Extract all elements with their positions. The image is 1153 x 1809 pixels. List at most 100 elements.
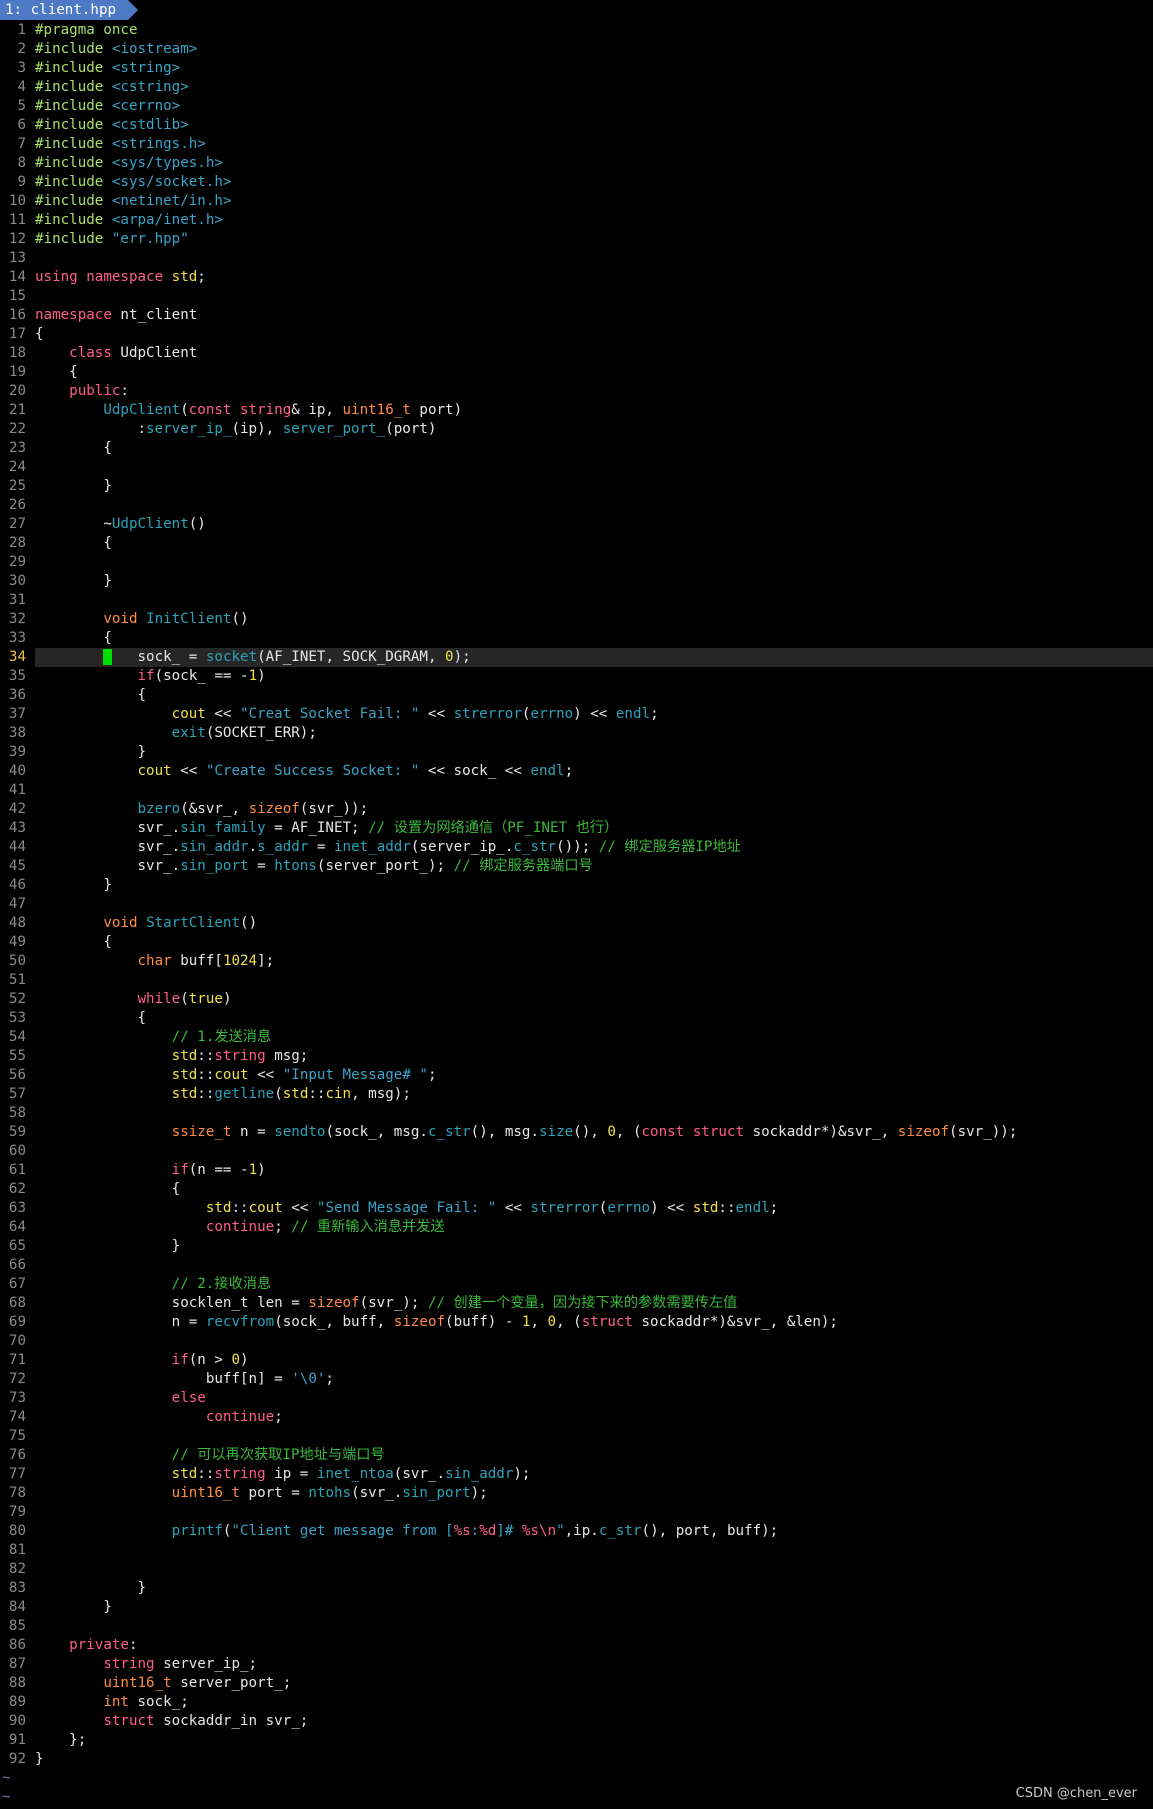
code-line[interactable]: 72 buff[n] = '\0'; (0, 1370, 1153, 1389)
code-editor[interactable]: 1 #pragma once 2 #include <iostream> 3 #inclu… (0, 21, 1153, 1807)
code-line[interactable]: 40 cout << "Create Success Socket: " << … (0, 762, 1153, 781)
code-token: sock_; (137, 1694, 189, 1710)
code-line[interactable]: 37 cout << "Creat Socket Fail: " << stre… (0, 705, 1153, 724)
code-line[interactable]: 53 { (0, 1009, 1153, 1028)
code-token: () (188, 516, 206, 532)
code-line[interactable]: 62 { (0, 1180, 1153, 1199)
code-line[interactable]: 3 #include <string> (0, 59, 1153, 78)
code-line[interactable]: 35 if(sock_ == -1) (0, 667, 1153, 686)
code-line[interactable]: 61 if(n == -1) (0, 1161, 1153, 1180)
code-line[interactable]: 81 (0, 1541, 1153, 1560)
code-line[interactable]: 21 UdpClient(const string& ip, uint16_t … (0, 401, 1153, 420)
code-line[interactable]: 44 svr_.sin_addr.s_addr = inet_addr(serv… (0, 838, 1153, 857)
code-line[interactable]: 55 std::string msg; (0, 1047, 1153, 1066)
code-line[interactable]: 84 } (0, 1598, 1153, 1617)
code-line[interactable]: 49 { (0, 933, 1153, 952)
code-line[interactable]: 48 void StartClient() (0, 914, 1153, 933)
code-line[interactable]: 8 #include <sys/types.h> (0, 154, 1153, 173)
code-line[interactable]: 34 sock_ = socket(AF_INET, SOCK_DGRAM, 0… (0, 648, 1153, 667)
code-line[interactable]: 74 continue; (0, 1408, 1153, 1427)
code-line[interactable]: 32 void InitClient() (0, 610, 1153, 629)
code-line[interactable]: 58 (0, 1104, 1153, 1123)
code-line[interactable]: 22 :server_ip_(ip), server_port_(port) (0, 420, 1153, 439)
code-line[interactable]: 16 namespace nt_client (0, 306, 1153, 325)
code-line[interactable]: 26 (0, 496, 1153, 515)
code-line[interactable]: 60 (0, 1142, 1153, 1161)
code-line[interactable]: 46 } (0, 876, 1153, 895)
code-line[interactable]: 2 #include <iostream> (0, 40, 1153, 59)
code-line[interactable]: 65 } (0, 1237, 1153, 1256)
code-line[interactable]: 57 std::getline(std::cin, msg); (0, 1085, 1153, 1104)
code-line[interactable]: 27 ~UdpClient() (0, 515, 1153, 534)
code-line[interactable]: 56 std::cout << "Input Message# "; (0, 1066, 1153, 1085)
code-line[interactable]: 20 public: (0, 382, 1153, 401)
code-line[interactable]: 9 #include <sys/socket.h> (0, 173, 1153, 192)
code-line[interactable]: 1 #pragma once (0, 21, 1153, 40)
code-line[interactable]: 5 #include <cerrno> (0, 97, 1153, 116)
code-line[interactable]: 78 uint16_t port = ntohs(svr_.sin_port); (0, 1484, 1153, 1503)
code-line[interactable]: 69 n = recvfrom(sock_, buff, sizeof(buff… (0, 1313, 1153, 1332)
code-line[interactable]: 38 exit(SOCKET_ERR); (0, 724, 1153, 743)
code-line[interactable]: 39 } (0, 743, 1153, 762)
code-line[interactable]: 77 std::string ip = inet_ntoa(svr_.sin_a… (0, 1465, 1153, 1484)
code-line[interactable]: 12 #include "err.hpp" (0, 230, 1153, 249)
code-line[interactable]: 45 svr_.sin_port = htons(server_port_); … (0, 857, 1153, 876)
code-line[interactable]: 36 { (0, 686, 1153, 705)
code-line[interactable]: 25 } (0, 477, 1153, 496)
code-token: ]# (496, 1523, 522, 1539)
code-line[interactable]: 92} (0, 1750, 1153, 1769)
code-line[interactable]: 75 (0, 1427, 1153, 1446)
code-line[interactable]: 14 using namespace std; (0, 268, 1153, 287)
code-line[interactable]: 90 struct sockaddr_in svr_; (0, 1712, 1153, 1731)
code-line[interactable]: 30 } (0, 572, 1153, 591)
code-line[interactable]: 19 { (0, 363, 1153, 382)
code-token: UdpClient (103, 402, 181, 418)
code-line[interactable]: 88 uint16_t server_port_; (0, 1674, 1153, 1693)
code-line[interactable]: 71 if(n > 0) (0, 1351, 1153, 1370)
code-line[interactable]: 68 socklen_t len = sizeof(svr_); // 创建一个… (0, 1294, 1153, 1313)
code-line[interactable]: 85 (0, 1617, 1153, 1636)
code-line[interactable]: 80 printf("Client get message from [%s:%… (0, 1522, 1153, 1541)
code-line[interactable]: 13 (0, 249, 1153, 268)
code-line[interactable]: 33 { (0, 629, 1153, 648)
code-line[interactable]: 51 (0, 971, 1153, 990)
code-line[interactable]: 28 { (0, 534, 1153, 553)
code-line[interactable]: 73 else (0, 1389, 1153, 1408)
tab-client-hpp[interactable]: 1: client.hpp (0, 0, 129, 20)
code-line[interactable]: 41 (0, 781, 1153, 800)
code-line[interactable]: 43 svr_.sin_family = AF_INET; // 设置为网络通信… (0, 819, 1153, 838)
code-token: , (530, 1314, 548, 1330)
code-line[interactable]: 11 #include <arpa/inet.h> (0, 211, 1153, 230)
code-line[interactable]: 87 string server_ip_; (0, 1655, 1153, 1674)
code-line[interactable]: 23 { (0, 439, 1153, 458)
code-line[interactable]: 4 #include <cstring> (0, 78, 1153, 97)
code-line[interactable]: 67 // 2.接收消息 (0, 1275, 1153, 1294)
code-line[interactable]: 7 #include <strings.h> (0, 135, 1153, 154)
code-line[interactable]: 24 (0, 458, 1153, 477)
code-line[interactable]: 52 while(true) (0, 990, 1153, 1009)
code-line[interactable]: 63 std::cout << "Send Message Fail: " <<… (0, 1199, 1153, 1218)
code-line[interactable]: 59 ssize_t n = sendto(sock_, msg.c_str()… (0, 1123, 1153, 1142)
code-line[interactable]: 76 // 可以再次获取IP地址与端口号 (0, 1446, 1153, 1465)
code-line[interactable]: 29 (0, 553, 1153, 572)
code-line[interactable]: 83 } (0, 1579, 1153, 1598)
code-line[interactable]: 50 char buff[1024]; (0, 952, 1153, 971)
code-line[interactable]: 89 int sock_; (0, 1693, 1153, 1712)
code-line[interactable]: 6 #include <cstdlib> (0, 116, 1153, 135)
code-line[interactable]: 18 class UdpClient (0, 344, 1153, 363)
code-line[interactable]: 64 continue; // 重新输入消息并发送 (0, 1218, 1153, 1237)
code-line[interactable]: 15 (0, 287, 1153, 306)
code-line[interactable]: 47 (0, 895, 1153, 914)
code-line[interactable]: 86 private: (0, 1636, 1153, 1655)
code-line[interactable]: 79 (0, 1503, 1153, 1522)
code-line[interactable]: 70 (0, 1332, 1153, 1351)
code-line[interactable]: 54 // 1.发送消息 (0, 1028, 1153, 1047)
code-line[interactable]: 31 (0, 591, 1153, 610)
code-line[interactable]: 66 (0, 1256, 1153, 1275)
code-line[interactable]: 42 bzero(&svr_, sizeof(svr_)); (0, 800, 1153, 819)
line-number: 24 (8, 459, 26, 475)
code-line[interactable]: 10 #include <netinet/in.h> (0, 192, 1153, 211)
code-line[interactable]: 82 (0, 1560, 1153, 1579)
code-line[interactable]: 91 }; (0, 1731, 1153, 1750)
code-line[interactable]: 17 { (0, 325, 1153, 344)
